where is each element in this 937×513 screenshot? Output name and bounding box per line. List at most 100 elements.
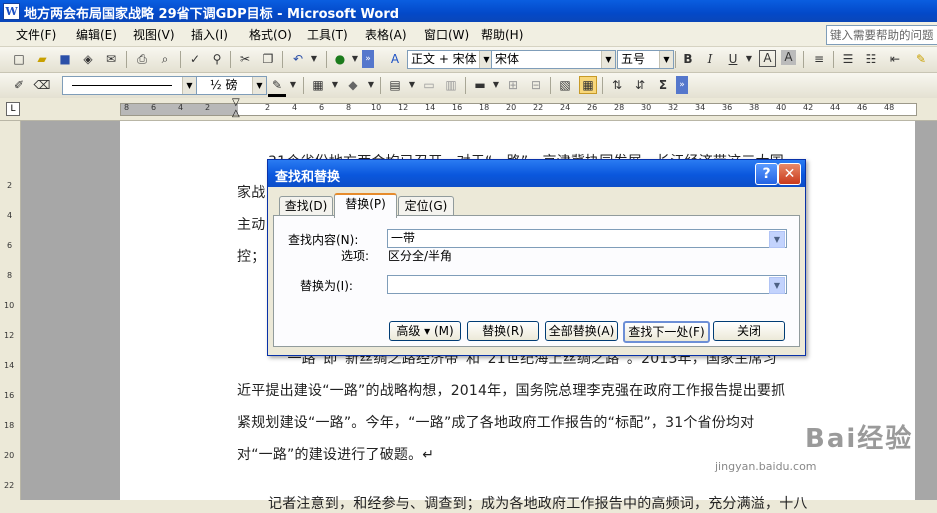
ruler-number: 26 xyxy=(587,103,598,112)
borders-icon[interactable]: ▦ xyxy=(309,76,327,94)
first-line-indent-icon[interactable]: ▽ xyxy=(232,98,240,108)
permission-icon[interactable]: ◈ xyxy=(79,50,97,68)
spelling-icon[interactable]: ✓ xyxy=(186,50,204,68)
ruler-number: 8 xyxy=(124,103,130,112)
toolbar-options-icon[interactable]: » xyxy=(676,76,688,94)
chevron-down-icon[interactable]: ▼ xyxy=(284,76,302,94)
save-icon[interactable]: ■ xyxy=(56,50,74,68)
distribute-rows-icon[interactable]: ⊞ xyxy=(504,76,522,94)
find-replace-dialog: 查找和替换 ? ✕ 查找(D) 替换(P) 定位(G) 查找内容(N): 一带 … xyxy=(267,159,806,356)
chevron-down-icon[interactable]: ▼ xyxy=(403,76,421,94)
chevron-down-icon[interactable]: ▼ xyxy=(769,277,785,294)
vruler-number: 16 xyxy=(4,391,15,400)
menu-window[interactable]: 窗口(W) xyxy=(424,26,469,43)
toolbar-options-icon[interactable]: » xyxy=(362,50,374,68)
ruler-number: 18 xyxy=(479,103,490,112)
insert-table-icon[interactable]: ▤ xyxy=(386,76,404,94)
chevron-down-icon[interactable]: ▼ xyxy=(252,77,266,94)
open-folder-icon[interactable]: ▰ xyxy=(33,50,51,68)
ruler-number: 30 xyxy=(641,103,652,112)
show-gridlines-icon[interactable]: ▦ xyxy=(579,76,597,94)
distribute-columns-icon[interactable]: ⊟ xyxy=(527,76,545,94)
chevron-down-icon[interactable]: ▼ xyxy=(362,76,380,94)
toolbar-separator xyxy=(230,51,231,68)
highlight-icon[interactable]: ✎ xyxy=(912,50,930,68)
email-icon[interactable]: ✉ xyxy=(102,50,120,68)
ruler-number: 34 xyxy=(695,103,706,112)
char-shading-icon[interactable]: A xyxy=(781,50,796,65)
shading-bucket-icon[interactable]: ◆ xyxy=(344,76,362,94)
underline-dropdown-icon[interactable]: ▼ xyxy=(740,50,758,68)
draw-table-icon[interactable]: ✐ xyxy=(10,76,28,94)
eraser-icon[interactable]: ⌫ xyxy=(33,76,51,94)
ruler-number: 6 xyxy=(319,103,325,112)
title-bar: W 地方两会布局国家战略 29省下调GDP目标 - Microsoft Word xyxy=(0,0,937,22)
replace-button[interactable]: 替换(R) xyxy=(467,321,539,341)
ruler-number: 46 xyxy=(857,103,868,112)
replace-with-input[interactable]: ▼ xyxy=(387,275,787,294)
chevron-down-icon[interactable]: ▼ xyxy=(326,76,344,94)
chevron-down-icon[interactable]: ▼ xyxy=(601,51,615,68)
chevron-down-icon[interactable]: ▼ xyxy=(487,76,505,94)
tab-goto[interactable]: 定位(G) xyxy=(398,196,454,216)
split-cells-icon[interactable]: ▥ xyxy=(442,76,460,94)
dialog-title-bar[interactable]: 查找和替换 ? ✕ xyxy=(268,160,805,187)
toolbar-separator xyxy=(833,51,834,68)
line-weight-combo[interactable]: ½ 磅 ▼ xyxy=(196,76,267,95)
autosum-icon[interactable]: Σ xyxy=(654,76,672,94)
menu-view[interactable]: 视图(V) xyxy=(133,26,175,43)
menu-table[interactable]: 表格(A) xyxy=(365,26,407,43)
help-search-input[interactable]: 键入需要帮助的问题 xyxy=(826,25,937,45)
chevron-down-icon[interactable]: ▼ xyxy=(769,231,785,248)
cut-icon[interactable]: ✂ xyxy=(236,50,254,68)
char-border-icon[interactable]: A xyxy=(759,50,776,67)
toolbar-separator xyxy=(326,51,327,68)
tab-stop-selector-icon[interactable]: L xyxy=(6,102,20,116)
menu-file[interactable]: 文件(F) xyxy=(16,26,56,43)
menu-edit[interactable]: 编辑(E) xyxy=(76,26,117,43)
font-size-combo[interactable]: 五号 ▼ xyxy=(617,50,674,69)
align-justify-icon[interactable]: ≡ xyxy=(810,50,828,68)
line-style-combo[interactable]: ▼ xyxy=(62,76,197,95)
style-combo[interactable]: 正文 + 宋体 ▼ xyxy=(407,50,494,69)
find-next-button[interactable]: 查找下一处(F) xyxy=(623,321,710,343)
bold-icon[interactable]: B xyxy=(679,50,697,68)
sort-ascending-icon[interactable]: ⇅ xyxy=(608,76,626,94)
font-combo[interactable]: 宋体 ▼ xyxy=(491,50,616,69)
tab-replace[interactable]: 替换(P) xyxy=(334,193,397,218)
tab-find[interactable]: 查找(D) xyxy=(279,196,333,216)
ruler-number: 2 xyxy=(265,103,271,112)
menu-insert[interactable]: 插入(I) xyxy=(191,26,228,43)
italic-icon[interactable]: I xyxy=(701,50,719,68)
merge-cells-icon[interactable]: ▭ xyxy=(420,76,438,94)
toolbar-separator xyxy=(602,77,603,94)
chevron-down-icon[interactable]: ▼ xyxy=(659,51,673,68)
close-button[interactable]: 关闭 xyxy=(713,321,785,341)
menu-help[interactable]: 帮助(H) xyxy=(481,26,523,43)
menu-format[interactable]: 格式(O) xyxy=(249,26,292,43)
advanced-button[interactable]: 高级 ▾ (M) xyxy=(389,321,461,341)
decrease-indent-icon[interactable]: ⇤ xyxy=(886,50,904,68)
research-icon[interactable]: ⚲ xyxy=(208,50,226,68)
new-document-icon[interactable]: □ xyxy=(10,50,28,68)
toolbar-separator xyxy=(380,77,381,94)
styles-formatting-icon[interactable]: A xyxy=(386,50,404,68)
ruler-number: 44 xyxy=(830,103,841,112)
undo-dropdown-icon[interactable]: ▼ xyxy=(305,50,323,68)
replace-all-button[interactable]: 全部替换(A) xyxy=(545,321,618,341)
hanging-indent-icon[interactable]: △ xyxy=(232,109,240,119)
copy-icon[interactable]: ❐ xyxy=(259,50,277,68)
sort-descending-icon[interactable]: ⇵ xyxy=(631,76,649,94)
table-autoformat-icon[interactable]: ▧ xyxy=(556,76,574,94)
bullets-icon[interactable]: ☷ xyxy=(862,50,880,68)
menu-bar: 文件(F) 编辑(E) 视图(V) 插入(I) 格式(O) 工具(T) 表格(A… xyxy=(0,22,937,47)
chevron-down-icon[interactable]: ▼ xyxy=(182,77,196,94)
print-icon[interactable]: ⎙ xyxy=(133,50,151,68)
menu-tools[interactable]: 工具(T) xyxy=(307,26,348,43)
close-icon[interactable]: ✕ xyxy=(778,163,801,185)
ruler-number: 32 xyxy=(668,103,679,112)
find-what-input[interactable]: 一带 ▼ xyxy=(387,229,787,248)
print-preview-icon[interactable]: ⌕ xyxy=(156,50,174,68)
numbering-icon[interactable]: ☰ xyxy=(839,50,857,68)
help-icon[interactable]: ? xyxy=(755,163,778,185)
